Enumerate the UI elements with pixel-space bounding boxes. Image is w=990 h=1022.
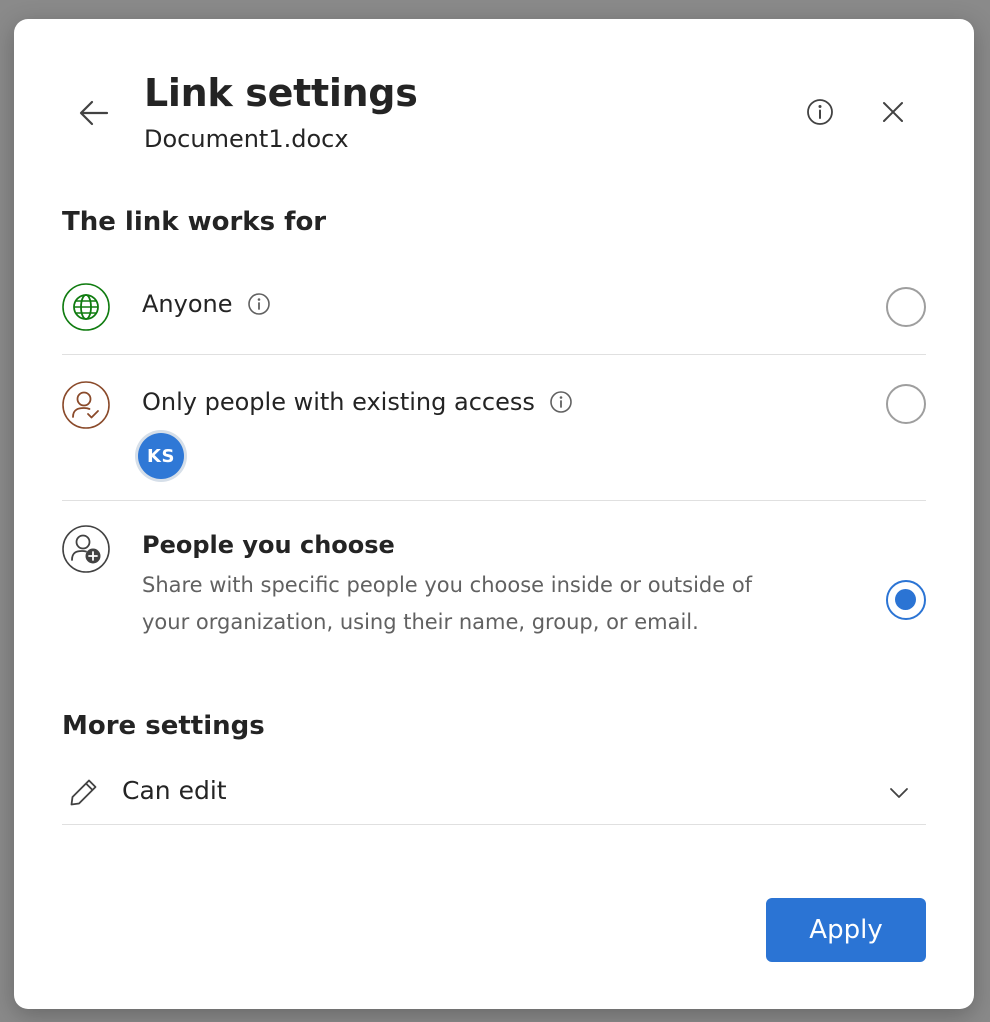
radio-anyone[interactable] — [886, 287, 926, 327]
option-anyone-label: Anyone — [142, 290, 233, 318]
chevron-down-icon — [890, 788, 908, 798]
link-works-for-heading: The link works for — [62, 207, 327, 237]
back-button[interactable] — [74, 93, 114, 133]
info-button[interactable] — [800, 92, 840, 132]
file-name: Document1.docx — [144, 125, 349, 153]
avatar: KS — [138, 433, 184, 479]
permission-value: Can edit — [122, 776, 227, 805]
permission-dropdown[interactable]: Can edit — [62, 759, 926, 825]
person-check-icon — [62, 381, 110, 429]
person-add-icon — [62, 525, 110, 573]
dialog-title: Link settings — [144, 71, 418, 115]
radio-people-you-choose[interactable] — [886, 580, 926, 620]
close-button[interactable] — [873, 92, 913, 132]
more-settings-heading: More settings — [62, 711, 265, 741]
option-people-you-choose-label: People you choose — [142, 531, 395, 559]
option-people-you-choose-description: Share with specific people you choose in… — [142, 573, 753, 634]
globe-icon — [62, 283, 110, 331]
info-icon — [807, 99, 833, 125]
radio-existing-access[interactable] — [886, 384, 926, 424]
option-existing-access[interactable]: Only people with existing access KS — [62, 379, 926, 489]
option-anyone[interactable]: Anyone — [62, 281, 926, 333]
pencil-icon — [70, 779, 97, 806]
option-existing-access-label: Only people with existing access — [142, 388, 535, 416]
divider — [62, 824, 926, 825]
apply-button[interactable]: Apply — [766, 898, 926, 962]
close-icon — [883, 102, 903, 122]
link-settings-dialog: Link settings Document1.docx The link wo… — [14, 19, 974, 1009]
existing-access-info-icon[interactable] — [549, 390, 573, 414]
anyone-info-icon[interactable] — [247, 292, 271, 316]
divider — [62, 354, 926, 355]
arrow-left-icon — [79, 100, 109, 126]
option-people-you-choose[interactable]: People you choose Share with specific pe… — [62, 525, 926, 655]
divider — [62, 500, 926, 501]
